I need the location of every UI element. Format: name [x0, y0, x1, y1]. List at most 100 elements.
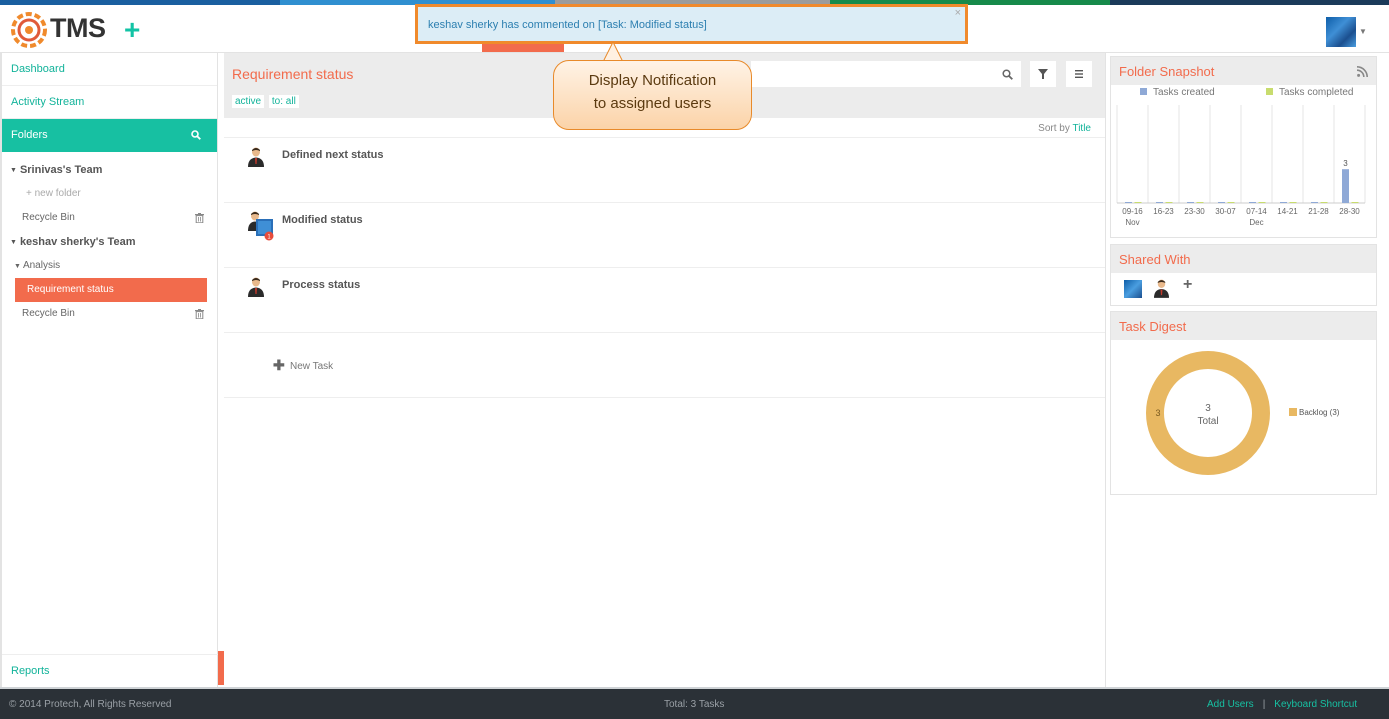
filter-icon[interactable] [1038, 69, 1048, 79]
add-users-link[interactable]: Add Users [1207, 699, 1254, 710]
chart-tick-label: 21-28 [1308, 207, 1329, 216]
logo-icon [11, 12, 47, 48]
chart-bar [1320, 202, 1328, 203]
sidebar-item-dashboard[interactable]: Dashboard [2, 53, 217, 86]
snapshot-bar-chart: 3 09-16 16-23 23-30 30-07 07-14 14-21 21-28 28-3… [1116, 105, 1366, 227]
copyright-text: © 2014 Protech, All Rights Reserved [9, 699, 172, 710]
donut-legend-label: Backlog (3) [1299, 408, 1340, 417]
filter-button[interactable] [1030, 61, 1056, 87]
chart-data-label: 3 [1343, 159, 1348, 168]
task-title[interactable]: Defined next status [282, 149, 383, 161]
chart-bar [1165, 202, 1173, 203]
task-row[interactable]: 1 Modified status [224, 203, 1105, 268]
recycle-bin-label: Recycle Bin [22, 212, 75, 223]
folder-snapshot-header: Folder Snapshot [1111, 57, 1376, 85]
callout-pointer [602, 42, 624, 62]
chart-bar [1196, 202, 1204, 203]
search-icon[interactable] [191, 130, 201, 140]
chart-tick-label: 14-21 [1277, 207, 1298, 216]
recycle-bin-2[interactable]: Recycle Bin [2, 302, 217, 326]
task-title[interactable]: Modified status [282, 214, 363, 226]
total-tasks-text: Total: 3 Tasks [664, 699, 725, 710]
page-title: Requirement status [232, 66, 354, 82]
sort-by-label: Sort by [1038, 123, 1070, 134]
app-logo-text: TMS [50, 13, 106, 43]
task-row[interactable]: Process status [224, 268, 1105, 333]
shared-user-avatar[interactable] [1124, 280, 1142, 298]
chart-tick-label: 16-23 [1153, 207, 1174, 216]
task-digest-panel: Task Digest 3 3 Total Backlog (3) [1110, 311, 1377, 495]
filter-chip-active[interactable]: active [232, 95, 265, 108]
search-icon[interactable] [1002, 69, 1013, 80]
add-new-icon[interactable]: + [124, 16, 140, 44]
task-digest-donut-chart: 3 3 Total Backlog (3) [1146, 351, 1340, 475]
team-keshav[interactable]: ▼ keshav sherky's Team [2, 230, 217, 254]
triangle-down-icon: ▼ [10, 167, 17, 174]
trash-icon[interactable] [195, 309, 204, 319]
trash-icon[interactable] [195, 213, 204, 223]
new-task-button[interactable]: ✚ New Task [224, 333, 1105, 398]
chart-bar [1280, 202, 1287, 203]
rss-icon[interactable] [1357, 66, 1368, 77]
chart-tick-label: 07-14 [1246, 207, 1267, 216]
task-title[interactable]: Process status [282, 279, 360, 291]
person-avatar-icon [248, 147, 264, 167]
person-avatar-icon [248, 277, 264, 297]
sort-by-title-link[interactable]: Title [1072, 123, 1091, 134]
folders-label: Folders [11, 129, 48, 141]
new-folder-link[interactable]: + new folder [2, 182, 217, 206]
callout-line-2: to assigned users [593, 95, 712, 112]
legend-created-label: Tasks created [1153, 87, 1215, 98]
folders-header: Folders [2, 119, 217, 152]
sidebar-item-reports[interactable]: Reports [2, 654, 218, 687]
sidebar-item-activity-stream[interactable]: Activity Stream [2, 86, 217, 119]
stacked-avatars-icon: 1 [248, 211, 274, 241]
shared-with-header: Shared With [1111, 245, 1376, 273]
search-input[interactable] [751, 61, 1021, 87]
filter-chip-to[interactable]: to: all [268, 95, 299, 108]
add-shared-user-button[interactable]: + [1183, 276, 1192, 294]
donut-center-value: 3 [1205, 403, 1211, 414]
list-menu-icon[interactable] [1075, 70, 1083, 78]
chart-bar [1218, 202, 1225, 203]
notification-text[interactable]: keshav sherky has commented on [Task: Mo… [428, 19, 707, 31]
folder-snapshot-panel: Folder Snapshot Tasks created Tasks comp… [1110, 56, 1377, 238]
triangle-down-icon: ▼ [14, 263, 21, 270]
chart-bar [1258, 202, 1266, 203]
chart-tick-label: 09-16 [1122, 207, 1143, 216]
chart-bar [1134, 202, 1142, 203]
app-footer: © 2014 Protech, All Rights Reserved Tota… [0, 687, 1389, 719]
footer-separator: | [1262, 699, 1266, 710]
caret-down-icon[interactable]: ▼ [1359, 27, 1367, 36]
donut-legend-swatch [1289, 408, 1297, 416]
person-avatar-icon[interactable] [1154, 279, 1169, 298]
legend-swatch [1266, 88, 1273, 95]
legend-completed: Tasks completed [1266, 87, 1353, 98]
legend-swatch [1140, 88, 1147, 95]
task-digest-header: Task Digest [1111, 312, 1376, 340]
snapshot-legend: Tasks created Tasks completed [1111, 86, 1376, 102]
menu-button[interactable] [1066, 61, 1092, 87]
shared-users-row: + [1111, 273, 1376, 303]
chart-tick-label: 28-30 [1339, 207, 1360, 216]
folder-analysis[interactable]: ▼ Analysis [2, 254, 217, 278]
chart-bar [1351, 202, 1359, 203]
chart-month-label: Nov [1125, 218, 1139, 227]
close-icon[interactable]: × [955, 7, 961, 19]
task-row[interactable]: Defined next status [224, 138, 1105, 203]
team-label: Srinivas's Team [19, 164, 103, 176]
recycle-bin-1[interactable]: Recycle Bin [2, 206, 217, 230]
keyboard-shortcut-link[interactable]: Keyboard Shortcut [1274, 699, 1357, 710]
folder-requirement-status[interactable]: Requirement status [15, 278, 207, 302]
shared-with-title: Shared With [1119, 252, 1191, 267]
annotation-callout: Display Notification to assigned users [553, 60, 752, 130]
donut-center-label: Total [1197, 416, 1218, 427]
chart-bar [1156, 202, 1163, 203]
main-panel: Requirement status active to: all Sort b… [224, 53, 1106, 687]
plus-icon: ✚ [273, 357, 285, 373]
user-avatar[interactable] [1326, 17, 1356, 47]
team-label: keshav sherky's Team [19, 236, 136, 248]
notification-banner[interactable]: keshav sherky has commented on [Task: Mo… [415, 4, 968, 44]
team-srinivas[interactable]: ▼ Srinivas's Team [2, 158, 217, 182]
shared-with-panel: Shared With + [1110, 244, 1377, 306]
